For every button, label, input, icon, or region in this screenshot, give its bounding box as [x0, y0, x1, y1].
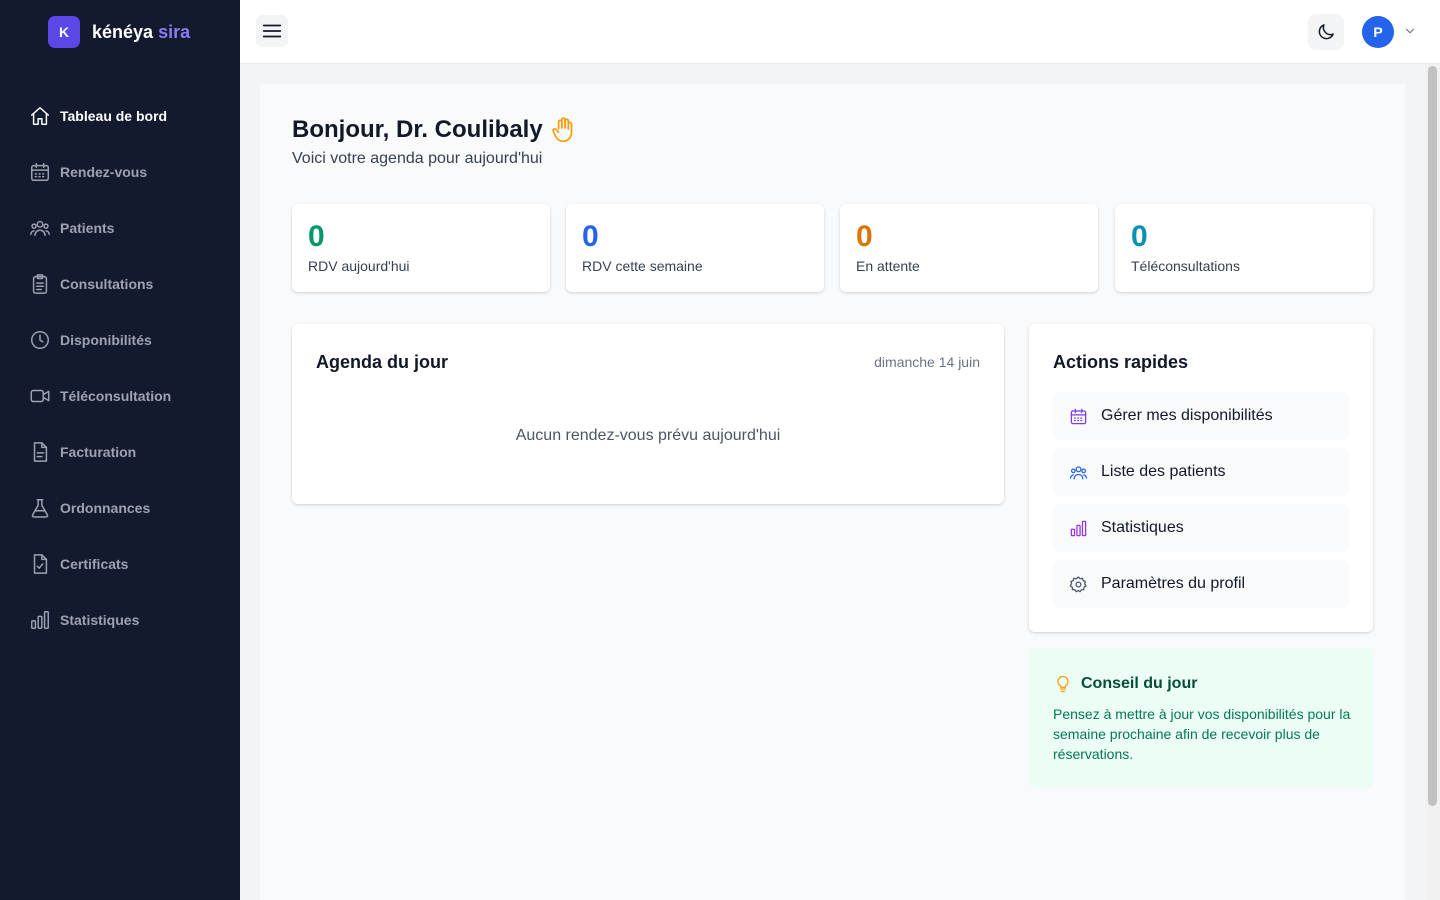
moon-icon [1318, 24, 1334, 40]
hamburger-icon [262, 24, 282, 38]
stat-card-en-attente: 0 En attente [840, 204, 1098, 292]
page-scrollbar[interactable] [1425, 64, 1440, 900]
sidebar-item-consultations[interactable]: Consultations [0, 256, 240, 312]
sidebar-item-ordonnances[interactable]: Ordonnances [0, 480, 240, 536]
sidebar-item-certificats[interactable]: Certificats [0, 536, 240, 592]
sidebar-item-label: Statistiques [60, 612, 140, 628]
stat-value: 0 [856, 220, 873, 253]
sidebar-item-label: Certificats [60, 556, 129, 572]
sidebar-nav: Tableau de bord Rendez-vous Patients Con… [0, 88, 240, 648]
action-label: Gérer mes disponibilités [1101, 407, 1273, 424]
action-label: Paramètres du profil [1101, 575, 1246, 592]
sidebar-item-teleconsultation[interactable]: Téléconsultation [0, 368, 240, 424]
home-icon [31, 107, 49, 125]
stat-value: 0 [308, 220, 325, 253]
users-icon [1069, 465, 1088, 479]
video-icon [30, 389, 50, 403]
tip-text: Pensez à mettre à jour vos disponibilité… [1053, 706, 1351, 762]
calendar-icon [1070, 408, 1087, 424]
calendar-icon [31, 163, 49, 181]
page-subtitle: Voici votre agenda pour aujourd'hui [292, 150, 543, 167]
user-menu-caret[interactable] [1403, 24, 1417, 38]
stat-label: En attente [856, 258, 920, 274]
sidebar-item-label: Consultations [60, 276, 154, 292]
stat-label: Téléconsultations [1131, 258, 1240, 274]
brand-logo: K [48, 16, 80, 48]
clock-icon [31, 331, 49, 349]
sidebar-item-statistiques[interactable]: Statistiques [0, 592, 240, 648]
action-label: Liste des patients [1101, 463, 1226, 480]
brand-name: kénéya [92, 21, 154, 42]
clipboard-icon [32, 274, 48, 294]
sidebar-item-facturation[interactable]: Facturation [0, 424, 240, 480]
tip-title: Conseil du jour [1081, 675, 1198, 692]
sidebar-item-tableau-de-bord[interactable]: Tableau de bord [0, 88, 240, 144]
stat-label: RDV cette semaine [582, 258, 703, 274]
brand[interactable]: K kénéya sira [48, 16, 190, 48]
tip-header: Conseil du jour [1053, 674, 1197, 694]
page-title: Bonjour, Dr. Coulibaly [292, 116, 543, 143]
sidebar-item-label: Rendez-vous [60, 164, 148, 180]
sidebar-item-label: Tableau de bord [60, 108, 168, 124]
sidebar: K kénéya sira Tableau de bord Rendez-vou… [0, 0, 240, 900]
quick-actions-title: Actions rapides [1053, 352, 1189, 372]
sidebar-item-disponibilites[interactable]: Disponibilités [0, 312, 240, 368]
sidebar-item-patients[interactable]: Patients [0, 200, 240, 256]
action-parametres-profil[interactable]: Paramètres du profil [1053, 560, 1349, 608]
chevron-down-icon [1405, 28, 1415, 34]
agenda-empty-message: Aucun rendez-vous prévu aujourd'hui [515, 427, 781, 444]
sidebar-item-label: Facturation [60, 444, 137, 460]
action-label: Statistiques [1101, 519, 1184, 536]
tip-card: Conseil du jour Pensez à mettre à jour v… [1029, 648, 1373, 788]
stat-card-rdv-semaine: 0 RDV cette semaine [566, 204, 824, 292]
sidebar-item-label: Ordonnances [60, 500, 151, 516]
sidebar-item-label: Téléconsultation [60, 388, 172, 404]
action-gerer-disponibilites[interactable]: Gérer mes disponibilités [1053, 392, 1349, 440]
bar-chart-icon [31, 611, 49, 629]
agenda-card: Agenda du jour dimanche 14 juin Aucun re… [292, 324, 1004, 504]
stat-card-teleconsultations: 0 Téléconsultations [1115, 204, 1373, 292]
stat-value: 0 [1131, 220, 1148, 253]
flask-icon [31, 499, 49, 518]
stat-label: RDV aujourd'hui [308, 258, 410, 274]
bar-chart-icon [1070, 520, 1087, 536]
scrollbar-thumb[interactable] [1428, 66, 1437, 806]
greeting: Bonjour, Dr. Coulibaly [292, 116, 577, 144]
sidebar-item-label: Disponibilités [60, 332, 152, 348]
topbar: P [240, 0, 1440, 64]
lightbulb-icon [1057, 675, 1069, 693]
brand-accent: sira [158, 21, 191, 42]
agenda-title: Agenda du jour [316, 352, 448, 372]
action-liste-patients[interactable]: Liste des patients [1053, 448, 1349, 496]
stat-value: 0 [582, 220, 599, 253]
sidebar-item-label: Patients [60, 220, 115, 236]
stat-card-rdv-aujourdhui: 0 RDV aujourd'hui [292, 204, 550, 292]
document-icon [33, 442, 48, 462]
sidebar-item-rendez-vous[interactable]: Rendez-vous [0, 144, 240, 200]
quick-actions-card: Actions rapides Gérer mes disponibilités… [1029, 324, 1373, 632]
gear-icon [1069, 575, 1087, 592]
avatar[interactable]: P [1362, 16, 1394, 48]
certificate-icon [33, 554, 48, 574]
theme-toggle-button[interactable] [1308, 14, 1344, 50]
menu-toggle-button[interactable] [256, 15, 288, 47]
users-icon [30, 220, 50, 237]
action-statistiques[interactable]: Statistiques [1053, 504, 1349, 552]
agenda-date: dimanche 14 juin [874, 354, 980, 370]
hand-wave-icon [551, 116, 577, 144]
